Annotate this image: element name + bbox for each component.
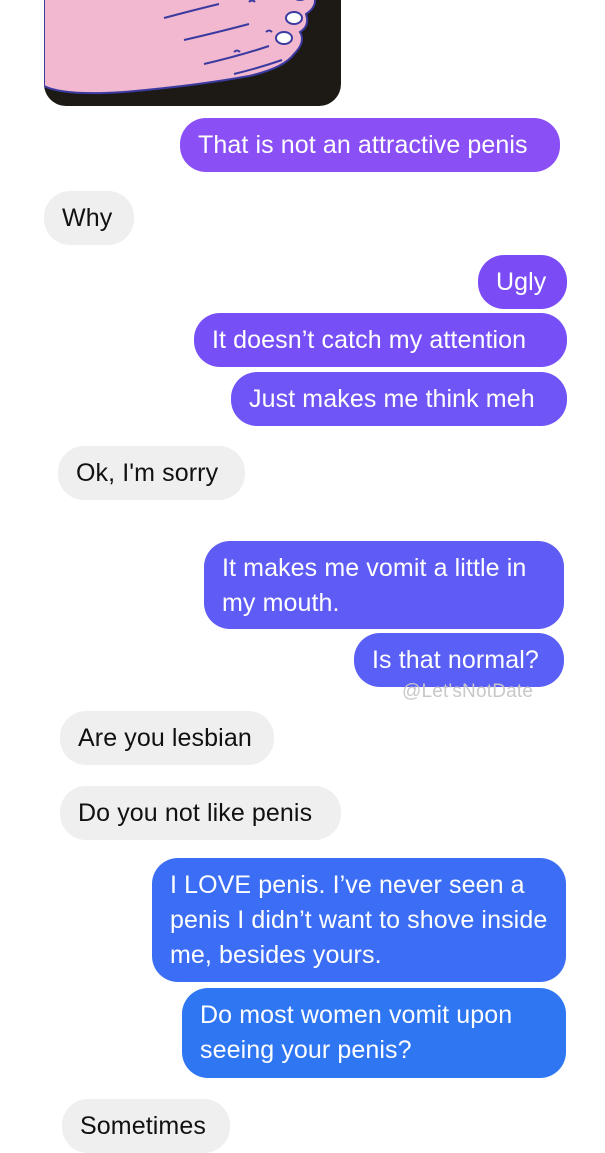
- message-received[interactable]: Sometimes: [62, 1099, 230, 1153]
- image-attachment[interactable]: [44, 0, 341, 106]
- message-received[interactable]: Do you not like penis: [60, 786, 341, 840]
- message-sent[interactable]: Do most women vomit upon seeing your pen…: [182, 988, 566, 1078]
- message-received[interactable]: Are you lesbian: [60, 711, 274, 765]
- message-received[interactable]: Why: [44, 191, 134, 245]
- message-sent[interactable]: Just makes me think meh: [231, 372, 567, 426]
- message-received[interactable]: Ok, I'm sorry: [58, 446, 245, 500]
- message-sent[interactable]: I LOVE penis. I’ve never seen a penis I …: [152, 858, 566, 982]
- message-sent[interactable]: That is not an attractive penis: [180, 118, 560, 172]
- message-sent[interactable]: It makes me vomit a little in my mouth.: [204, 541, 564, 629]
- message-sent[interactable]: Ugly: [478, 255, 567, 309]
- message-sent[interactable]: It doesn’t catch my attention: [194, 313, 567, 367]
- hand-illustration-icon: [44, 0, 316, 95]
- message-sent[interactable]: Is that normal?: [354, 633, 564, 687]
- watermark: @Let'sNotDate: [402, 681, 534, 702]
